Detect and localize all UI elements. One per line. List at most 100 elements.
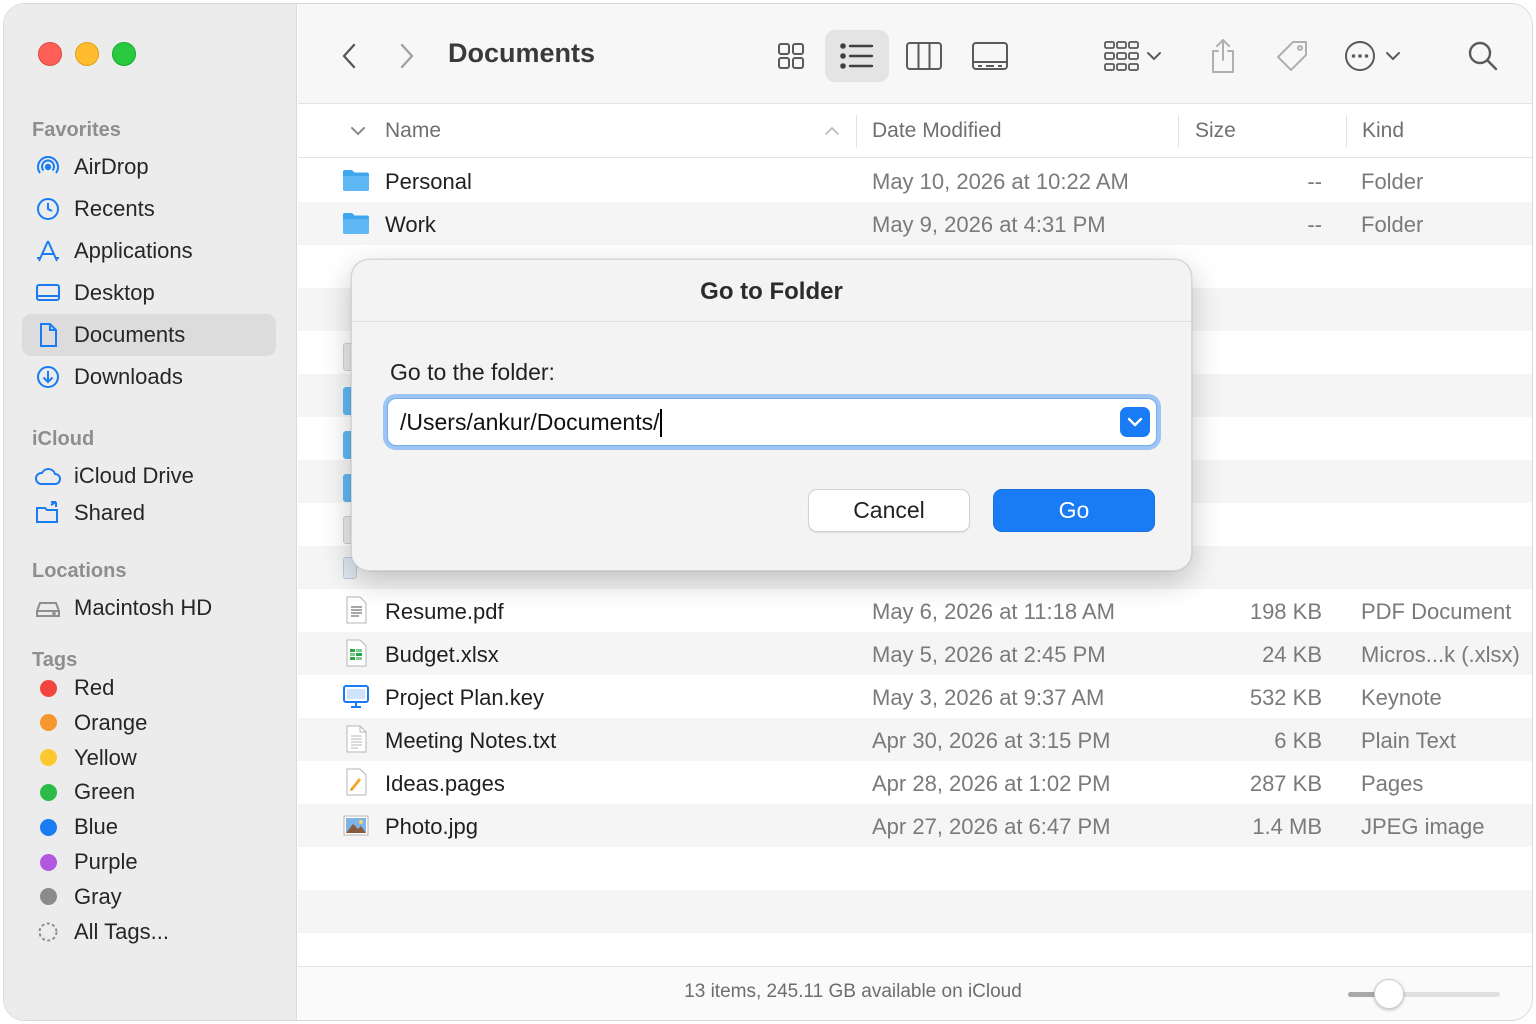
sidebar-item-applications[interactable]: Applications [22,230,276,272]
chevron-down-icon [1386,52,1400,61]
spreadsheet-file-icon [342,639,370,667]
file-size: 6 KB [1274,728,1322,753]
image-file-icon [342,811,370,839]
search-button[interactable] [1458,30,1508,82]
sidebar-tag-orange[interactable]: Orange [22,706,276,740]
forward-button[interactable] [384,34,428,78]
list-view-button[interactable] [825,30,889,82]
shared-folder-icon [34,499,62,527]
column-size-header[interactable]: Size [1195,119,1236,143]
file-size: 1.4 MB [1252,814,1322,839]
file-name: Personal [385,169,472,194]
applications-icon [34,237,62,265]
go-to-folder-dialog: Go to Folder Go to the folder: Cancel Go [351,259,1192,571]
sidebar-tag-red[interactable]: Red [22,671,276,705]
table-row[interactable]: Resume.pdf May 6, 2026 at 11:18 AM 198 K… [298,589,1532,632]
share-icon [1212,39,1234,73]
file-kind: Keynote [1361,685,1442,710]
back-button[interactable] [328,34,372,78]
minimize-window-button[interactable] [75,42,99,66]
sidebar-item-recents[interactable]: Recents [22,188,276,230]
desktop-icon [34,279,62,307]
chevron-down-icon [351,127,365,136]
text-file-icon [342,725,370,753]
sidebar-item-documents[interactable]: Documents [22,314,276,356]
folder-icon [342,209,370,237]
file-kind: PDF Document [1361,599,1512,624]
sidebar-item-label: Yellow [74,744,137,770]
column-divider[interactable] [1178,115,1179,148]
sidebar-item-downloads[interactable]: Downloads [22,356,276,398]
sidebar-tag-purple[interactable]: Purple [22,845,276,879]
chevron-down-icon [1147,52,1161,61]
zoom-window-button[interactable] [112,42,136,66]
tag-color-dot-icon [34,674,62,702]
sidebar-item-icloud-drive[interactable]: iCloud Drive [22,455,276,497]
pages-file-icon [342,768,370,796]
dialog-title: Go to Folder [700,278,843,305]
icon-size-slider[interactable] [1348,979,1500,1009]
sidebar-item-label: Recents [74,196,155,221]
sidebar-item-desktop[interactable]: Desktop [22,272,276,314]
sidebar-tag-all-tags[interactable]: All Tags... [22,915,276,949]
column-name-header[interactable]: Name [385,119,441,143]
close-window-button[interactable] [38,42,62,66]
sidebar-tag-blue[interactable]: Blue [22,810,276,844]
table-row[interactable]: Meeting Notes.txt Apr 30, 2026 at 3:15 P… [298,718,1532,761]
status-bar: 13 items, 245.11 GB available on iCloud [298,966,1532,1020]
sidebar-item-shared[interactable]: Shared [22,492,276,534]
sidebar-tag-yellow[interactable]: Yellow [22,741,276,775]
tag-dot [39,818,57,836]
slider-knob[interactable] [1374,979,1405,1009]
column-divider[interactable] [856,115,857,148]
collapse-toggle[interactable] [346,119,370,143]
table-row[interactable]: Ideas.pages Apr 28, 2026 at 1:02 PM 287 … [298,761,1532,804]
tag-dot [39,679,57,697]
sidebar-tag-gray[interactable]: Gray [22,880,276,914]
sort-ascending-icon [825,126,839,135]
tag-color-dot-icon [34,744,62,772]
column-date-header[interactable]: Date Modified [872,119,1002,143]
icon-view-button[interactable] [764,30,818,82]
ellipsis-circle-icon [1345,41,1375,71]
sidebar-item-label: Purple [74,849,138,874]
file-date: May 9, 2026 at 4:31 PM [872,212,1106,237]
sidebar-item-airdrop[interactable]: AirDrop [22,146,276,188]
table-row[interactable]: Work May 9, 2026 at 4:31 PM -- Folder [298,202,1532,245]
folder-path-input[interactable] [400,405,1100,439]
file-name: Project Plan.key [385,685,544,710]
folder-path-field[interactable] [387,398,1157,446]
sidebar-tag-green[interactable]: Green [22,775,276,809]
tag-color-dot-icon [34,813,62,841]
file-name: Ideas.pages [385,771,505,796]
table-row[interactable]: Budget.xlsx May 5, 2026 at 2:45 PM 24 KB… [298,632,1532,675]
gallery-view-button[interactable] [962,30,1018,82]
go-button[interactable]: Go [993,489,1155,532]
text-caret [660,409,663,437]
sidebar-item-macintosh-hd[interactable]: Macintosh HD [22,587,276,629]
file-kind: Folder [1361,212,1424,237]
path-history-dropdown[interactable] [1120,407,1150,437]
column-view-button[interactable] [896,30,952,82]
table-row[interactable]: Photo.jpg Apr 27, 2026 at 6:47 PM 1.4 MB… [298,804,1532,847]
tag-button[interactable] [1266,30,1318,82]
columns-icon [906,42,942,70]
sidebar-item-label: Red [74,675,115,700]
more-actions-button[interactable] [1338,30,1408,82]
finder-window: Favorites AirDrop Recents Applications D… [3,3,1533,1021]
gallery-icon [972,42,1008,70]
table-row[interactable]: Project Plan.key May 3, 2026 at 9:37 AM … [298,675,1532,718]
column-header: Name Date Modified Size Kind [298,105,1532,158]
table-row[interactable]: Personal May 10, 2026 at 10:22 AM -- Fol… [298,159,1532,202]
column-kind-header[interactable]: Kind [1362,119,1404,143]
column-divider[interactable] [1346,115,1347,148]
sidebar-item-label: Shared [74,500,145,525]
share-button[interactable] [1198,30,1248,82]
file-name: Resume.pdf [385,599,504,624]
status-text: 13 items, 245.11 GB available on iCloud [684,981,1022,1002]
file-kind: Folder [1361,169,1424,194]
cancel-button[interactable]: Cancel [808,489,970,532]
table-row [298,890,1532,933]
group-by-button[interactable] [1098,30,1168,82]
sidebar: Favorites AirDrop Recents Applications D… [4,4,297,1020]
